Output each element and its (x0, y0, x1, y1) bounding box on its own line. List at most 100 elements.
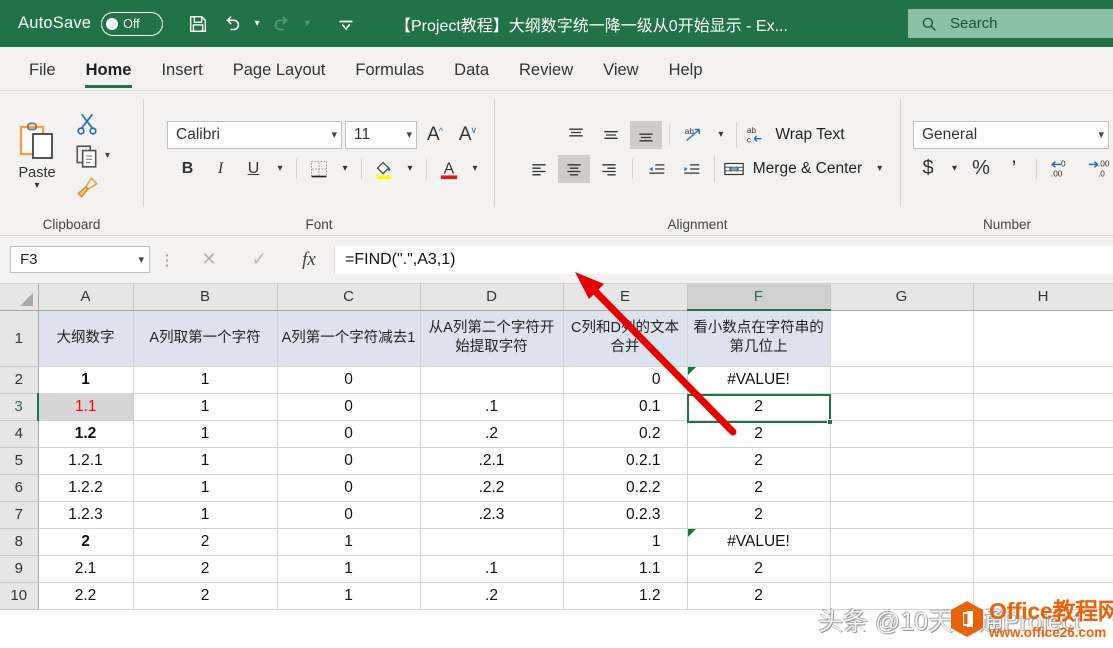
row-header-1[interactable]: 1 (0, 310, 39, 367)
cell-g3[interactable] (830, 393, 974, 421)
select-all-corner[interactable] (0, 284, 39, 311)
cell-c6[interactable]: 0 (277, 474, 421, 502)
align-top-button[interactable] (560, 121, 592, 149)
cut-button[interactable] (74, 109, 134, 139)
cell-h3[interactable] (973, 393, 1113, 421)
row-header-7[interactable]: 7 (0, 501, 39, 529)
accounting-dropdown-icon[interactable]: ▾ (946, 155, 963, 183)
cell-c5[interactable]: 0 (277, 447, 421, 475)
fill-color-button[interactable] (369, 155, 399, 183)
cell-e8[interactable]: 1 (563, 528, 688, 556)
undo-icon[interactable] (215, 7, 249, 41)
copy-button[interactable]: ▾ (74, 141, 134, 171)
font-size-combo[interactable]: 11 ▾ (345, 120, 417, 149)
cell-c7[interactable]: 0 (277, 501, 421, 529)
grow-font-button[interactable]: A ^ (420, 121, 450, 149)
cell-h9[interactable] (973, 555, 1113, 583)
cell-c1[interactable]: A列第一个字符减去1 (277, 310, 421, 367)
cell-h4[interactable] (973, 420, 1113, 448)
column-header-g[interactable]: G (830, 284, 974, 311)
tab-review[interactable]: Review (504, 50, 588, 90)
cell-b8[interactable]: 2 (133, 528, 278, 556)
column-header-a[interactable]: A (38, 284, 134, 311)
customize-qat-icon[interactable] (329, 7, 363, 41)
cancel-formula-button[interactable]: ✕ (184, 246, 234, 274)
tab-home[interactable]: Home (71, 50, 147, 90)
bold-button[interactable]: B (173, 155, 203, 183)
cell-a3[interactable]: 1.1 (38, 393, 134, 421)
font-color-dropdown-icon[interactable]: ▾ (467, 155, 484, 183)
cell-b1[interactable]: A列取第一个字符 (133, 310, 278, 367)
increase-indent-button[interactable] (675, 155, 707, 183)
borders-dropdown-icon[interactable]: ▾ (337, 155, 354, 183)
cell-a9[interactable]: 2.1 (38, 555, 134, 583)
percent-format-button[interactable]: % (966, 155, 996, 183)
cell-e10[interactable]: 1.2 (563, 582, 688, 610)
cell-e2[interactable]: 0 (563, 366, 688, 394)
decrease-indent-button[interactable] (640, 155, 672, 183)
cell-h1[interactable] (973, 310, 1113, 367)
cell-f9[interactable]: 2 (687, 555, 831, 583)
enter-formula-button[interactable]: ✓ (234, 246, 284, 274)
search-input[interactable]: Search (908, 9, 1113, 38)
format-painter-button[interactable] (74, 173, 134, 203)
insert-function-button[interactable]: fx (284, 246, 334, 274)
cell-b5[interactable]: 1 (133, 447, 278, 475)
cell-a2[interactable]: 1 (38, 366, 134, 394)
cell-c10[interactable]: 1 (277, 582, 421, 610)
cell-d10[interactable]: .2 (420, 582, 564, 610)
italic-button[interactable]: I (206, 155, 236, 183)
cell-g1[interactable] (830, 310, 974, 367)
copy-dropdown-icon[interactable]: ▾ (105, 150, 110, 161)
cell-g4[interactable] (830, 420, 974, 448)
cell-d9[interactable]: .1 (420, 555, 564, 583)
cell-f3[interactable]: 2 (687, 393, 831, 421)
cell-d3[interactable]: .1 (420, 393, 564, 421)
column-header-h[interactable]: H (973, 284, 1113, 311)
font-color-button[interactable]: A (434, 155, 464, 183)
tab-view[interactable]: View (588, 50, 653, 90)
cell-b2[interactable]: 1 (133, 366, 278, 394)
underline-dropdown-icon[interactable]: ▾ (272, 155, 289, 183)
row-header-8[interactable]: 8 (0, 528, 39, 556)
tab-help[interactable]: Help (654, 50, 718, 90)
cell-b6[interactable]: 1 (133, 474, 278, 502)
cell-b9[interactable]: 2 (133, 555, 278, 583)
cell-c8[interactable]: 1 (277, 528, 421, 556)
cell-f5[interactable]: 2 (687, 447, 831, 475)
cell-h7[interactable] (973, 501, 1113, 529)
cell-h6[interactable] (973, 474, 1113, 502)
borders-button[interactable] (304, 155, 334, 183)
cell-e3[interactable]: 0.1 (563, 393, 688, 421)
shrink-font-button[interactable]: A ∨ (453, 121, 483, 149)
align-middle-button[interactable] (595, 121, 627, 149)
number-format-combo[interactable]: General ▾ (913, 120, 1109, 149)
name-box[interactable]: F3 ▾ (10, 246, 150, 273)
cell-a4[interactable]: 1.2 (38, 420, 134, 448)
cell-f8[interactable]: #VALUE! (687, 528, 831, 556)
row-header-6[interactable]: 6 (0, 474, 39, 502)
cell-e6[interactable]: 0.2.2 (563, 474, 688, 502)
paste-dropdown-icon[interactable]: ▾ (34, 180, 39, 191)
row-header-3[interactable]: 3 (0, 393, 39, 421)
undo-dropdown-icon[interactable]: ▾ (249, 7, 265, 41)
column-header-d[interactable]: D (420, 284, 564, 311)
column-header-c[interactable]: C (277, 284, 421, 311)
cell-f7[interactable]: 2 (687, 501, 831, 529)
cell-h5[interactable] (973, 447, 1113, 475)
cell-e5[interactable]: 0.2.1 (563, 447, 688, 475)
cell-g9[interactable] (830, 555, 974, 583)
decrease-decimal-button[interactable]: .00 .0 (1081, 155, 1113, 183)
align-bottom-button[interactable] (630, 120, 663, 149)
cell-b10[interactable]: 2 (133, 582, 278, 610)
tab-file[interactable]: File (14, 50, 71, 90)
paste-button[interactable]: Paste ▾ (0, 113, 74, 191)
cell-a7[interactable]: 1.2.3 (38, 501, 134, 529)
merge-center-dropdown-icon[interactable]: ▾ (877, 163, 882, 174)
tab-data[interactable]: Data (439, 50, 504, 90)
cell-c4[interactable]: 0 (277, 420, 421, 448)
row-header-4[interactable]: 4 (0, 420, 39, 448)
increase-decimal-button[interactable]: 0 .00 (1044, 155, 1078, 183)
merge-center-button[interactable]: Merge & Center ▾ (722, 158, 886, 180)
cell-c3[interactable]: 0 (277, 393, 421, 421)
